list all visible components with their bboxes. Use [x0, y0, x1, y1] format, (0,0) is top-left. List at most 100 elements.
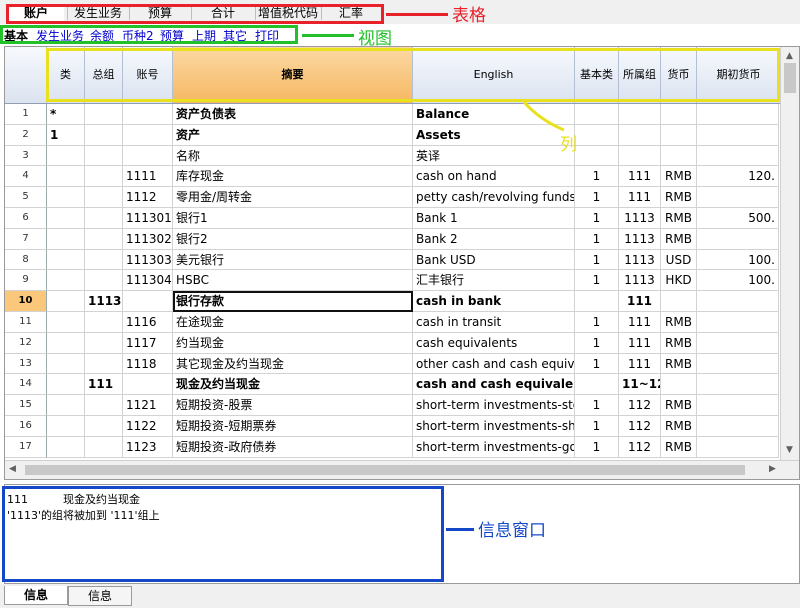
scroll-right-icon[interactable]: ▶: [769, 464, 776, 474]
cell-group[interactable]: 1113: [85, 291, 123, 312]
cell-description[interactable]: 银行2: [173, 228, 413, 250]
cell-belongs-to[interactable]: [619, 124, 661, 146]
cell-class[interactable]: [47, 208, 85, 229]
cell-account[interactable]: 1118: [123, 353, 173, 375]
cell-basic-class[interactable]: [575, 291, 619, 312]
cell-class[interactable]: [47, 395, 85, 416]
cell-description[interactable]: HSBC: [173, 270, 413, 292]
view-print[interactable]: 打印: [255, 27, 279, 44]
cell-belongs-to[interactable]: 111: [619, 166, 661, 188]
cell-opening-currency[interactable]: [697, 416, 779, 437]
cell-description[interactable]: 约当现金: [173, 332, 413, 354]
horizontal-scrollbar[interactable]: ◀ ▶: [5, 460, 799, 479]
cell-group[interactable]: [85, 104, 123, 125]
row-number[interactable]: 14: [5, 374, 47, 396]
cell-opening-currency[interactable]: [697, 104, 779, 125]
cell-basic-class[interactable]: 1: [575, 208, 619, 229]
cell-group[interactable]: [85, 187, 123, 208]
row-number[interactable]: 12: [5, 332, 47, 354]
table-row[interactable]: 2 1 资产 Assets: [5, 124, 779, 146]
cell-description[interactable]: 现金及约当现金: [173, 374, 413, 396]
view-balance[interactable]: 余额: [90, 27, 114, 44]
row-number[interactable]: 3: [5, 145, 47, 167]
cell-class[interactable]: [47, 187, 85, 208]
cell-group[interactable]: [85, 145, 123, 167]
table-row[interactable]: 8 111303 美元银行 Bank USD 1 1113 USD 100.: [5, 249, 779, 271]
cell-english[interactable]: cash in bank: [413, 291, 575, 312]
cell-description[interactable]: 银行存款: [173, 291, 413, 312]
tab-budget[interactable]: 预算: [130, 4, 190, 22]
header-description[interactable]: 摘要: [173, 47, 413, 103]
cell-account[interactable]: 1111: [123, 166, 173, 188]
cell-class[interactable]: [47, 166, 85, 188]
cell-currency[interactable]: RMB: [661, 312, 697, 333]
cell-currency[interactable]: [661, 374, 697, 396]
cell-english[interactable]: short-term investments-gov: [413, 436, 575, 458]
scroll-left-icon[interactable]: ◀: [9, 464, 16, 474]
cell-basic-class[interactable]: 1: [575, 228, 619, 250]
cell-english[interactable]: Balance: [413, 104, 575, 125]
table-row[interactable]: 6 111301 银行1 Bank 1 1 1113 RMB 500.: [5, 208, 779, 229]
cell-group[interactable]: [85, 395, 123, 416]
cell-account[interactable]: [123, 145, 173, 167]
cell-group[interactable]: [85, 228, 123, 250]
cell-account[interactable]: 111304: [123, 270, 173, 292]
cell-account[interactable]: 111303: [123, 249, 173, 271]
tab-transactions[interactable]: 发生业务: [68, 4, 128, 22]
cell-opening-currency[interactable]: [697, 353, 779, 375]
cell-class[interactable]: [47, 291, 85, 312]
cell-currency[interactable]: [661, 145, 697, 167]
cell-belongs-to[interactable]: 1113: [619, 270, 661, 292]
header-class[interactable]: 类: [47, 47, 85, 103]
view-transactions[interactable]: 发生业务: [36, 27, 84, 44]
cell-opening-currency[interactable]: [697, 228, 779, 250]
cell-opening-currency[interactable]: [697, 187, 779, 208]
row-number[interactable]: 13: [5, 353, 47, 375]
cell-english[interactable]: 英译: [413, 145, 575, 167]
cell-group[interactable]: [85, 166, 123, 188]
cell-english[interactable]: cash in transit: [413, 312, 575, 333]
cell-opening-currency[interactable]: [697, 312, 779, 333]
row-number[interactable]: 9: [5, 270, 47, 292]
cell-basic-class[interactable]: 1: [575, 270, 619, 292]
tab-totals[interactable]: 合计: [192, 4, 254, 22]
cell-group[interactable]: [85, 332, 123, 354]
cell-account[interactable]: 111302: [123, 228, 173, 250]
cell-currency[interactable]: RMB: [661, 353, 697, 375]
cell-currency[interactable]: [661, 104, 697, 125]
tab-accounts[interactable]: 账户: [8, 4, 64, 22]
cell-account[interactable]: 1122: [123, 416, 173, 437]
cell-currency[interactable]: HKD: [661, 270, 697, 292]
header-belongs-to[interactable]: 所属组: [619, 47, 661, 103]
cell-opening-currency[interactable]: [697, 332, 779, 354]
table-row[interactable]: 11 1116 在途现金 cash in transit 1 111 RMB: [5, 312, 779, 333]
cell-class[interactable]: [47, 436, 85, 458]
cell-english[interactable]: cash on hand: [413, 166, 575, 188]
cell-currency[interactable]: RMB: [661, 187, 697, 208]
cell-account[interactable]: [123, 374, 173, 396]
cell-group[interactable]: [85, 416, 123, 437]
cell-opening-currency[interactable]: 120.: [697, 166, 779, 188]
row-number[interactable]: 4: [5, 166, 47, 188]
cell-currency[interactable]: RMB: [661, 395, 697, 416]
cell-description[interactable]: 短期投资-政府债券: [173, 436, 413, 458]
cell-basic-class[interactable]: [575, 374, 619, 396]
cell-belongs-to[interactable]: 111: [619, 312, 661, 333]
cell-class[interactable]: 1: [47, 124, 85, 146]
header-english[interactable]: English: [413, 47, 575, 103]
cell-english[interactable]: cash equivalents: [413, 332, 575, 354]
cell-description[interactable]: 资产负债表: [173, 104, 413, 125]
row-number[interactable]: 7: [5, 228, 47, 250]
cell-basic-class[interactable]: 1: [575, 353, 619, 375]
header-account[interactable]: 账号: [123, 47, 173, 103]
cell-opening-currency[interactable]: 100.: [697, 270, 779, 292]
cell-account[interactable]: 1112: [123, 187, 173, 208]
cell-opening-currency[interactable]: 500.: [697, 208, 779, 229]
tab-exchange-rates[interactable]: 汇率: [322, 4, 380, 22]
scroll-up-icon[interactable]: ▲: [786, 51, 793, 61]
cell-currency[interactable]: [661, 124, 697, 146]
cell-english[interactable]: petty cash/revolving funds: [413, 187, 575, 208]
cell-basic-class[interactable]: 1: [575, 416, 619, 437]
cell-english[interactable]: cash and cash equivalent: [413, 374, 575, 396]
cell-basic-class[interactable]: [575, 104, 619, 125]
